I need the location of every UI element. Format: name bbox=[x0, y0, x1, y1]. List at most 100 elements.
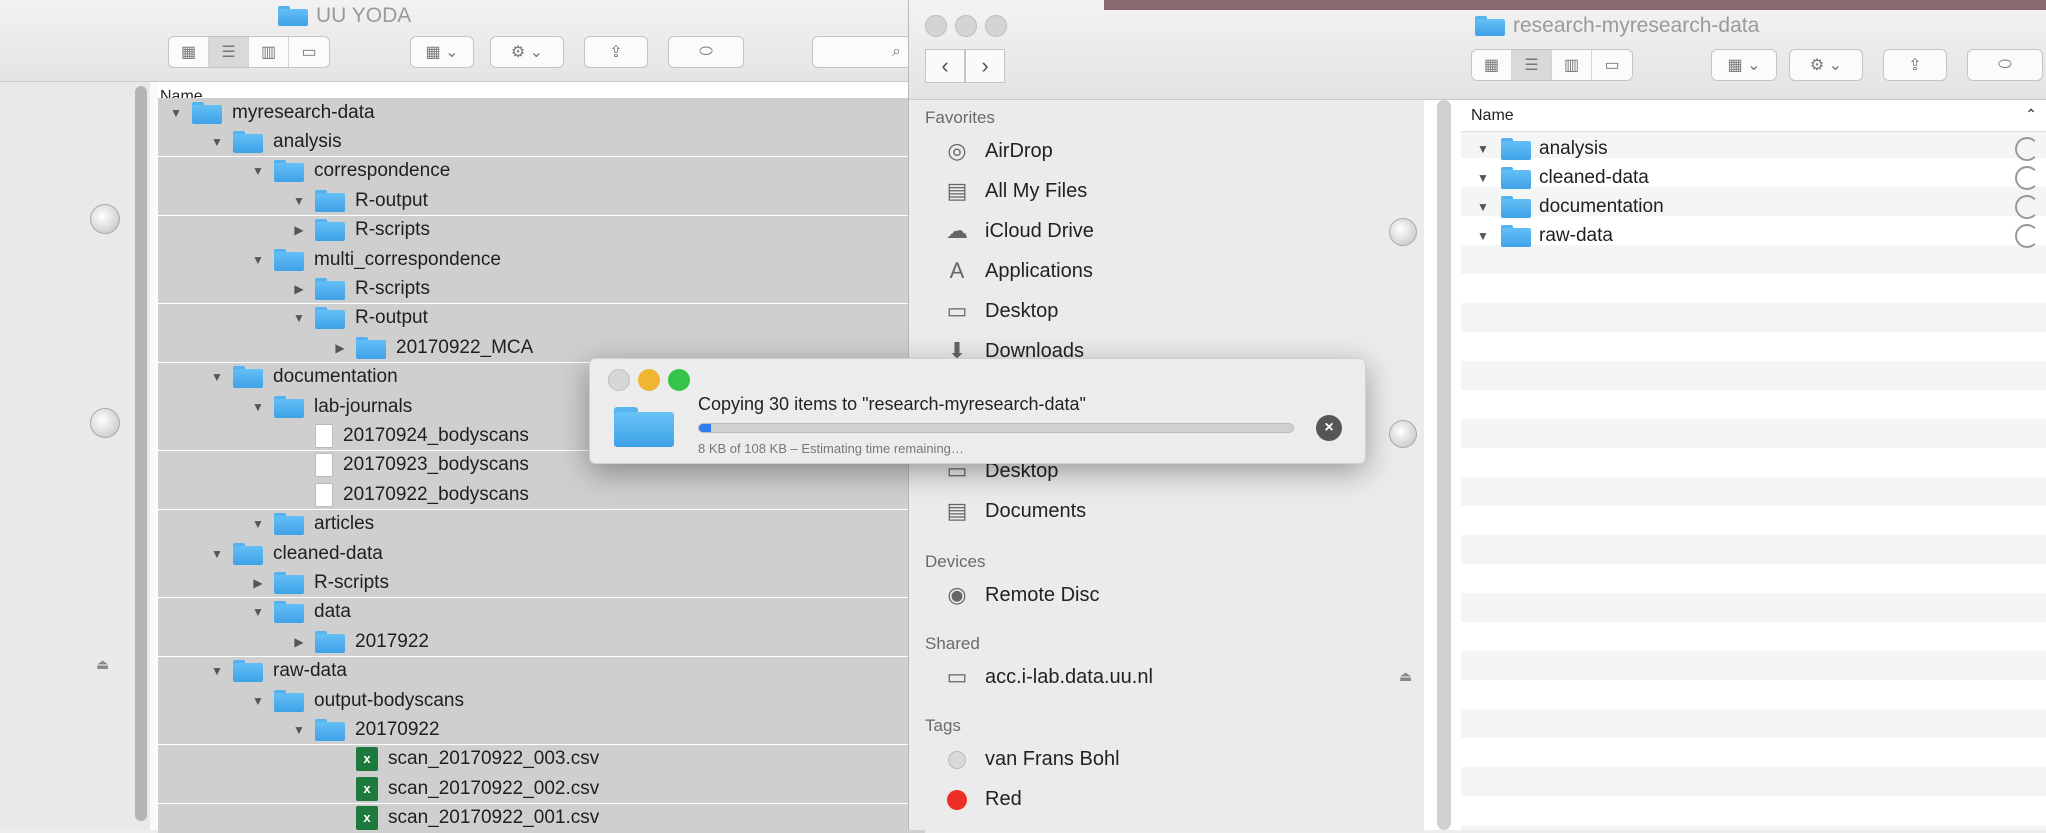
left-sidebar: ⏏ bbox=[0, 82, 150, 830]
tree-row[interactable]: ▼ analysis bbox=[158, 127, 925, 157]
back-button[interactable]: ‹ bbox=[925, 49, 965, 83]
edit-tags-button[interactable]: ⬭ bbox=[1967, 49, 2043, 81]
tags-heading: Tags bbox=[925, 716, 961, 735]
disclosure-open-icon[interactable]: ▼ bbox=[1473, 229, 1493, 243]
sidebar-item-applications[interactable]: A Applications bbox=[941, 258, 1093, 284]
sidebar-item-desktop[interactable]: ▭ Desktop bbox=[941, 298, 1059, 324]
sidebar-item-all-my-files[interactable]: ▤ All My Files bbox=[941, 178, 1088, 204]
folder-icon bbox=[1475, 16, 1505, 36]
cover-flow-button[interactable]: ▭ bbox=[289, 37, 329, 67]
tree-row[interactable]: ▼ R-output bbox=[158, 186, 925, 216]
eject-icon[interactable]: ⏏ bbox=[96, 656, 109, 673]
disclosure-closed-icon[interactable]: ▶ bbox=[248, 576, 268, 590]
left-scrollbar[interactable] bbox=[135, 86, 147, 821]
close-button[interactable] bbox=[608, 369, 630, 391]
sidebar-item-remote-disc[interactable]: ◉ Remote Disc bbox=[941, 582, 1099, 608]
disclosure-open-icon[interactable]: ▼ bbox=[207, 370, 227, 384]
disclosure-open-icon[interactable]: ▼ bbox=[248, 517, 268, 531]
cover-flow-button[interactable]: ▭ bbox=[1592, 50, 1632, 80]
csv-file-icon: x bbox=[356, 776, 378, 801]
documents-icon: ▤ bbox=[946, 498, 968, 523]
tree-row[interactable]: x scan_20170922_001.csv bbox=[158, 803, 925, 833]
search-field[interactable]: ⌕ bbox=[812, 36, 912, 68]
tree-row[interactable]: ▶ R-scripts bbox=[158, 568, 925, 598]
list-item[interactable]: ▼ analysis bbox=[1461, 134, 2046, 163]
disclosure-open-icon[interactable]: ▼ bbox=[289, 311, 309, 325]
minimize-button[interactable] bbox=[638, 369, 660, 391]
tree-row[interactable]: ▼ articles bbox=[158, 509, 925, 539]
sidebar-item-shared-server[interactable]: ▭ acc.i-lab.data.uu.nl bbox=[941, 664, 1153, 690]
disclosure-open-icon[interactable]: ▼ bbox=[289, 194, 309, 208]
disclosure-open-icon[interactable]: ▼ bbox=[207, 135, 227, 149]
tree-row[interactable]: ▶ R-scripts bbox=[158, 215, 925, 245]
disclosure-open-icon[interactable]: ▼ bbox=[248, 400, 268, 414]
sidebar-item-airdrop[interactable]: ◎ AirDrop bbox=[941, 138, 1052, 164]
eject-icon[interactable]: ⏏ bbox=[1399, 668, 1412, 685]
disclosure-closed-icon[interactable]: ▶ bbox=[330, 341, 350, 355]
list-view-button[interactable]: ☰ bbox=[209, 37, 249, 67]
cancel-copy-button[interactable]: × bbox=[1316, 415, 1342, 441]
tree-row[interactable]: ▼ data bbox=[158, 597, 925, 627]
sidebar-item-documents[interactable]: ▤ Documents bbox=[941, 498, 1087, 524]
tree-row[interactable]: ▼ correspondence bbox=[158, 156, 925, 186]
sidebar-tag-van-frans-bohl[interactable]: van Frans Bohl bbox=[941, 746, 1120, 772]
desktop-icon: ▭ bbox=[946, 298, 968, 323]
arrange-button[interactable]: ▦ ⌄ bbox=[410, 36, 474, 68]
tree-row[interactable]: ▶ R-scripts bbox=[158, 274, 925, 304]
folder-icon bbox=[278, 6, 308, 26]
disclosure-open-icon[interactable]: ▼ bbox=[1473, 171, 1493, 185]
column-header-name[interactable]: Name ⌃ bbox=[1461, 100, 2046, 132]
disclosure-closed-icon[interactable]: ▶ bbox=[289, 635, 309, 649]
list-item-label: cleaned-data bbox=[1539, 166, 1649, 188]
tree-row[interactable]: ▼ multi_correspondence bbox=[158, 245, 925, 274]
disclosure-closed-icon[interactable]: ▶ bbox=[289, 223, 309, 237]
disclosure-open-icon[interactable]: ▼ bbox=[166, 106, 186, 120]
action-gear-button[interactable]: ⚙ ⌄ bbox=[1789, 49, 1863, 81]
csv-file-icon: x bbox=[356, 806, 378, 831]
disclosure-open-icon[interactable]: ▼ bbox=[248, 605, 268, 619]
disclosure-open-icon[interactable]: ▼ bbox=[248, 253, 268, 267]
tree-row[interactable]: ▶ 2017922 bbox=[158, 627, 925, 657]
disclosure-open-icon[interactable]: ▼ bbox=[289, 723, 309, 737]
tree-row[interactable]: ▼ cleaned-data bbox=[158, 539, 925, 568]
list-view-button[interactable]: ☰ bbox=[1512, 50, 1552, 80]
zoom-button[interactable] bbox=[668, 369, 690, 391]
column-view-button[interactable]: ▥ bbox=[249, 37, 289, 67]
tree-row[interactable]: ▼ raw-data bbox=[158, 656, 925, 686]
tree-row[interactable]: x scan_20170922_002.csv bbox=[158, 774, 925, 804]
sidebar-tag-red[interactable]: Red bbox=[941, 786, 1022, 812]
disclosure-closed-icon[interactable]: ▶ bbox=[289, 282, 309, 296]
forward-button[interactable]: › bbox=[965, 49, 1005, 83]
tree-row-label: R-output bbox=[355, 307, 428, 329]
list-item[interactable]: ▼ raw-data bbox=[1461, 221, 2046, 250]
sidebar-item-icloud-drive[interactable]: ☁ iCloud Drive bbox=[941, 218, 1094, 244]
share-button[interactable]: ⇪ bbox=[584, 36, 648, 68]
folder-icon bbox=[315, 277, 345, 300]
edit-tags-button[interactable]: ⬭ bbox=[668, 36, 744, 68]
disclosure-open-icon[interactable]: ▼ bbox=[1473, 200, 1493, 214]
arrange-button[interactable]: ▦ ⌄ bbox=[1711, 49, 1777, 81]
left-toolbar: UU YODA ▦ ☰ ▥ ▭ ▦ ⌄ ⚙ ⌄ ⇪ ⬭ ⌕ bbox=[0, 0, 925, 82]
disclosure-open-icon[interactable]: ▼ bbox=[1473, 142, 1493, 156]
disclosure-open-icon[interactable]: ▼ bbox=[207, 664, 227, 678]
minimize-button[interactable] bbox=[955, 15, 977, 37]
list-item[interactable]: ▼ documentation bbox=[1461, 192, 2046, 221]
column-view-button[interactable]: ▥ bbox=[1552, 50, 1592, 80]
tree-row[interactable]: x scan_20170922_003.csv bbox=[158, 744, 925, 774]
tree-row[interactable]: ▼ 20170922 bbox=[158, 715, 925, 745]
list-item[interactable]: ▼ cleaned-data bbox=[1461, 163, 2046, 192]
tree-row[interactable]: ▼ myresearch-data bbox=[158, 98, 925, 127]
sidebar-scrollbar[interactable] bbox=[1437, 100, 1451, 830]
share-button[interactable]: ⇪ bbox=[1883, 49, 1947, 81]
disclosure-open-icon[interactable]: ▼ bbox=[207, 547, 227, 561]
tree-row[interactable]: ▼ R-output bbox=[158, 303, 925, 333]
action-gear-button[interactable]: ⚙ ⌄ bbox=[490, 36, 564, 68]
disclosure-open-icon[interactable]: ▼ bbox=[248, 164, 268, 178]
icon-view-button[interactable]: ▦ bbox=[169, 37, 209, 67]
disclosure-open-icon[interactable]: ▼ bbox=[248, 694, 268, 708]
close-button[interactable] bbox=[925, 15, 947, 37]
tree-row[interactable]: ▼ output-bodyscans bbox=[158, 686, 925, 715]
zoom-button[interactable] bbox=[985, 15, 1007, 37]
icon-view-button[interactable]: ▦ bbox=[1472, 50, 1512, 80]
tree-row[interactable]: 20170922_bodyscans bbox=[158, 480, 925, 510]
